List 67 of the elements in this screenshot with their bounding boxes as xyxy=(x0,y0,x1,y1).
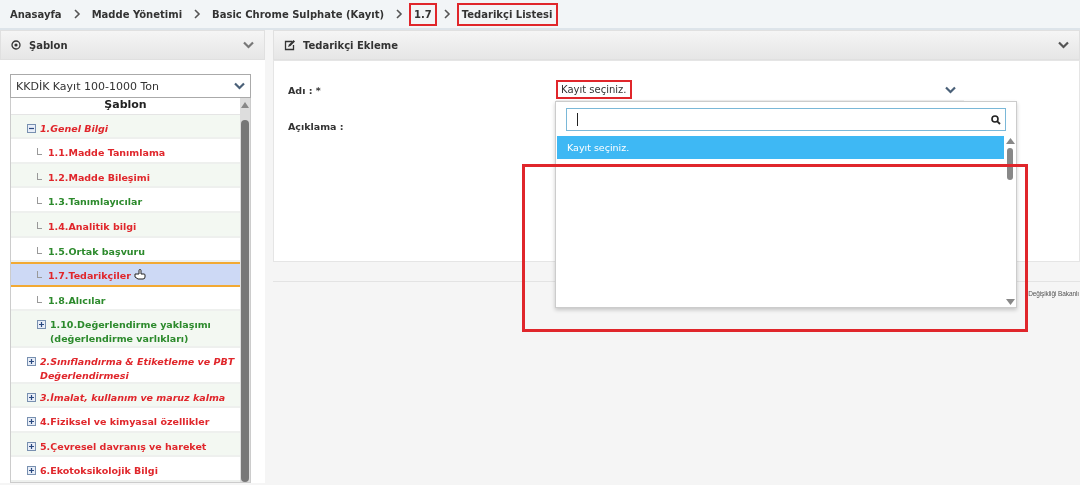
expand-icon[interactable] xyxy=(37,320,46,330)
field-label: Açıklama : xyxy=(288,120,345,132)
scrollbar[interactable] xyxy=(240,98,250,482)
breadcrumb-link[interactable]: 1.7 xyxy=(409,2,437,26)
hand-pointer-icon xyxy=(133,269,146,281)
breadcrumb-link[interactable]: Basic Chrome Sulphate (Kayıt) xyxy=(207,2,390,26)
chevron-right-icon xyxy=(395,9,404,19)
template-select[interactable]: KKDİK Kayıt 100-1000 Ton xyxy=(10,74,251,98)
panel-title: Tedarikçi Ekleme xyxy=(303,39,398,51)
chevron-right-icon xyxy=(72,9,81,19)
branch-connector-icon xyxy=(37,295,42,303)
expand-icon[interactable] xyxy=(27,466,36,476)
breadcrumb-link[interactable]: Anasayfa xyxy=(5,2,67,26)
tree-item-label: 1.3.Tanımlayıcılar xyxy=(48,195,143,210)
tree-item-label: 6.Ekotoksikolojik Bilgi xyxy=(40,464,158,479)
expand-icon[interactable] xyxy=(27,392,36,402)
branch-connector-icon xyxy=(37,197,42,205)
tree-item-label: 1.1.Madde Tanımlama xyxy=(48,146,166,161)
chevron-down-icon[interactable] xyxy=(234,82,245,90)
select-value: Kayıt seçiniz. xyxy=(556,80,632,99)
tree-item-label: 2.Sınıflandırma & Etiketleme ve PBT Değerlendirmesi xyxy=(40,354,236,383)
branch-connector-icon xyxy=(37,222,42,230)
tree-item[interactable]: 1.2.Madde Bileşimi xyxy=(11,163,240,189)
tree-item-label: 1.7.Tedarikçiler xyxy=(48,269,131,284)
branch-connector-icon xyxy=(37,271,42,279)
field-label: Adı : * xyxy=(288,84,322,96)
search-field[interactable] xyxy=(566,108,1006,131)
branch-connector-icon xyxy=(37,148,42,156)
chevron-right-icon xyxy=(442,9,451,19)
edit-icon xyxy=(284,39,295,51)
scroll-down-icon[interactable] xyxy=(1005,299,1015,305)
tree-item-label: 1.5.Ortak başvuru xyxy=(48,244,146,259)
tree-item[interactable]: 5.Çevresel davranış ve hareket xyxy=(11,432,240,458)
chevron-down-icon[interactable] xyxy=(945,85,956,94)
scroll-thumb[interactable] xyxy=(241,120,249,482)
tree-item[interactable]: 1.4.Analitik bilgi xyxy=(11,213,240,238)
expand-icon[interactable] xyxy=(27,356,36,366)
scrollbar[interactable] xyxy=(1004,136,1016,307)
tree-item[interactable]: 1.Genel Bilgi xyxy=(11,114,240,140)
target-icon xyxy=(11,40,21,50)
tree-item-label: 4.Fiziksel ve kimyasal özellikler xyxy=(40,415,210,430)
scroll-up-icon[interactable] xyxy=(241,102,249,108)
expand-icon[interactable] xyxy=(27,417,36,427)
tree-item-label: 1.2.Madde Bileşimi xyxy=(48,170,150,185)
scroll-up-icon[interactable] xyxy=(1005,138,1015,144)
tree-item-label: 3.İmalat, kullanım ve maruz kalma xyxy=(40,390,226,405)
tree-item[interactable]: 1.7.Tedarikçiler xyxy=(11,262,240,287)
search-icon xyxy=(991,114,1001,125)
branch-connector-icon xyxy=(37,246,42,254)
tree-item-label: 1.10.Değerlendirme yaklaşımı (değerlendirme varlıkları) xyxy=(50,318,212,347)
panel-title: Şablon xyxy=(29,39,68,51)
branch-connector-icon xyxy=(37,172,42,180)
breadcrumb-link[interactable]: Madde Yönetimi xyxy=(86,2,188,26)
breadcrumb-link[interactable]: Tedarikçi Listesi xyxy=(456,2,558,26)
tree-item-label: 1.4.Analitik bilgi xyxy=(48,220,137,235)
tree-item-label: 1.Genel Bilgi xyxy=(40,121,109,136)
tree-item[interactable]: 1.10.Değerlendirme yaklaşımı (değerlendirme varlıkları) xyxy=(11,311,240,348)
tree-item-label: 1.8.Alıcılar xyxy=(48,293,106,308)
tree-item-label: 5.Çevresel davranış ve hareket xyxy=(40,439,207,454)
tree-title: Şablon xyxy=(11,98,240,115)
chevron-right-icon xyxy=(193,9,202,19)
scroll-thumb[interactable] xyxy=(1007,148,1013,180)
chevron-down-icon[interactable] xyxy=(1058,41,1069,49)
tree-item[interactable]: 3.İmalat, kullanım ve maruz kalma xyxy=(11,383,240,409)
expand-icon[interactable] xyxy=(27,441,36,451)
chevron-down-icon[interactable] xyxy=(243,41,254,49)
collapse-icon[interactable] xyxy=(27,123,36,133)
